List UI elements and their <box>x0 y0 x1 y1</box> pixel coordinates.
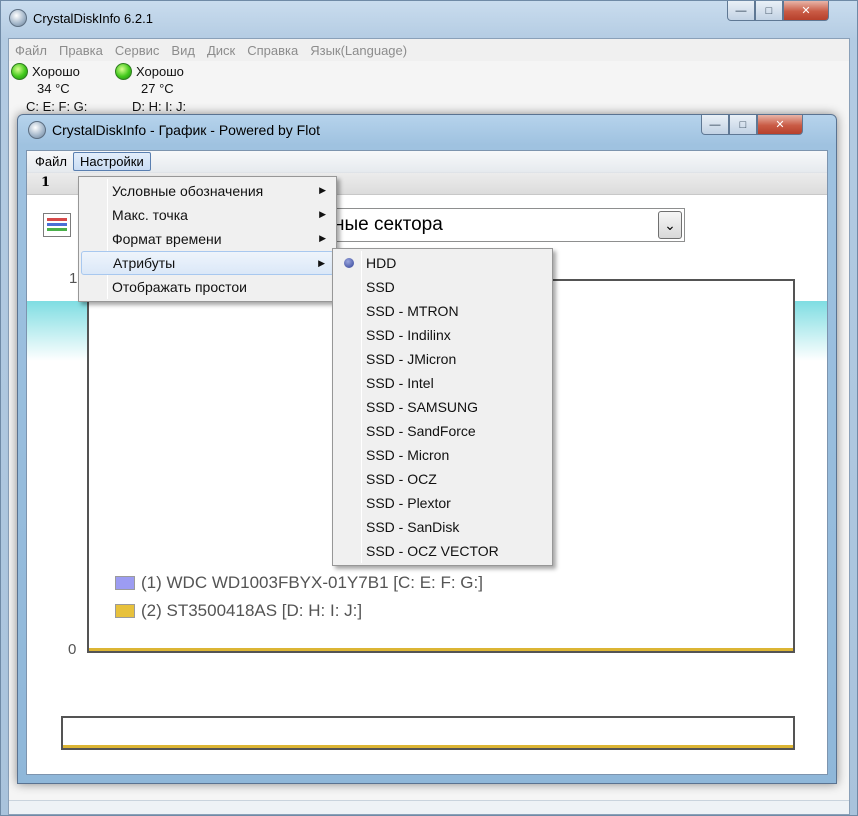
graph-caption-buttons: — □ ✕ <box>701 115 803 135</box>
graph-menubar: Файл Настройки <box>27 151 827 173</box>
attribute-type-item[interactable]: SSD - OCZ VECTOR <box>335 539 550 563</box>
chart-icon[interactable] <box>43 213 71 237</box>
attribute-type-item[interactable]: SSD - Plextor <box>335 491 550 515</box>
graph-menu-file[interactable]: Файл <box>29 153 73 170</box>
attribute-type-label: SSD - Plextor <box>366 495 451 511</box>
attribute-type-label: SSD - Intel <box>366 375 434 391</box>
chevron-down-icon[interactable]: ⌄ <box>658 211 682 239</box>
submenu-arrow-icon: ▶ <box>319 185 326 195</box>
attribute-type-item[interactable]: HDD <box>335 251 550 275</box>
legend-swatch <box>115 604 135 618</box>
health-good-icon <box>115 63 132 80</box>
legend-item: (1) WDC WD1003FBYX-01Y7B1 [C: E: F: G:] <box>115 569 483 597</box>
disk-1-status: Хорошо <box>32 64 80 79</box>
attribute-type-label: SSD - MTRON <box>366 303 459 319</box>
menu-item-show-idle[interactable]: Отображать простои <box>81 275 334 299</box>
attribute-type-label: SSD - Indilinx <box>366 327 451 343</box>
attribute-type-label: SSD - SandForce <box>366 423 476 439</box>
app-icon <box>9 9 27 27</box>
attribute-type-label: SSD - OCZ VECTOR <box>366 543 499 559</box>
menu-item-time-format[interactable]: Формат времени ▶ <box>81 227 334 251</box>
attribute-type-label: SSD - Micron <box>366 447 450 463</box>
attributes-submenu: HDD SSD SSD - MTRON SSD - Indilinx SSD - JMi… <box>332 248 553 566</box>
attribute-type-label: SSD - OCZ <box>366 471 437 487</box>
main-menu-service[interactable]: Сервис <box>109 43 166 58</box>
attribute-type-item[interactable]: SSD - Micron <box>335 443 550 467</box>
main-menubar: Файл Правка Сервис Вид Диск Справка Язык… <box>9 39 849 61</box>
disk-status-2[interactable]: Хорошо 27 °C D: H: I: J: <box>115 63 186 114</box>
main-close-button[interactable]: ✕ <box>783 1 829 21</box>
health-good-icon <box>11 63 28 80</box>
attribute-type-label: SSD - SanDisk <box>366 519 460 535</box>
main-maximize-button[interactable]: □ <box>755 1 783 21</box>
attribute-type-item[interactable]: SSD - Indilinx <box>335 323 550 347</box>
legend-item: (2) ST3500418AS [D: H: I: J:] <box>115 597 483 625</box>
legend-label: (2) ST3500418AS [D: H: I: J:] <box>141 601 363 620</box>
attribute-type-item[interactable]: SSD - OCZ <box>335 467 550 491</box>
y-axis-min-label: 0 <box>68 641 77 658</box>
attribute-type-label: SSD - JMicron <box>366 351 457 367</box>
legend-label: (1) WDC WD1003FBYX-01Y7B1 [C: E: F: G:] <box>141 573 483 592</box>
app-icon <box>28 121 46 139</box>
attribute-list-row <box>9 800 849 814</box>
attribute-type-item[interactable]: SSD - JMicron <box>335 347 550 371</box>
disk-1-temperature: 34 °C <box>37 81 70 96</box>
menu-item-max-point[interactable]: Макс. точка ▶ <box>81 203 334 227</box>
graph-title-bar[interactable]: CrystalDiskInfo - График - Powered by Fl… <box>28 121 320 139</box>
disk-2-temperature: 27 °C <box>141 81 174 96</box>
main-menu-edit[interactable]: Правка <box>53 43 109 58</box>
main-menu-language[interactable]: Язык(Language) <box>304 43 413 58</box>
graph-close-button[interactable]: ✕ <box>757 115 803 135</box>
main-window-title: CrystalDiskInfo 6.2.1 <box>33 10 153 26</box>
attribute-type-item[interactable]: SSD - SanDisk <box>335 515 550 539</box>
submenu-arrow-icon: ▶ <box>319 209 326 219</box>
main-menu-view[interactable]: Вид <box>165 43 201 58</box>
main-menu-disk[interactable]: Диск <box>201 43 241 58</box>
series-line <box>89 648 793 651</box>
legend-swatch <box>115 576 135 590</box>
attribute-type-item[interactable]: SSD <box>335 275 550 299</box>
attribute-type-item[interactable]: SSD - SAMSUNG <box>335 395 550 419</box>
submenu-arrow-icon: ▶ <box>318 258 325 268</box>
disk-status-1[interactable]: Хорошо 34 °C C: E: F: G: <box>11 63 87 114</box>
menu-item-legend[interactable]: Условные обозначения ▶ <box>81 179 334 203</box>
graph-minimize-button[interactable]: — <box>701 115 729 135</box>
attribute-type-item[interactable]: SSD - MTRON <box>335 299 550 323</box>
main-menu-help[interactable]: Справка <box>241 43 304 58</box>
graph-window-title: CrystalDiskInfo - График - Powered by Fl… <box>52 122 321 138</box>
legend: (1) WDC WD1003FBYX-01Y7B1 [C: E: F: G:] … <box>115 569 483 625</box>
main-title-bar[interactable]: CrystalDiskInfo 6.2.1 <box>9 5 153 31</box>
disk-1-letters: C: E: F: G: <box>26 99 88 114</box>
submenu-arrow-icon: ▶ <box>319 233 326 243</box>
settings-menu: Условные обозначения ▶ Макс. точка ▶ Фор… <box>78 176 337 302</box>
attribute-type-item[interactable]: SSD - Intel <box>335 371 550 395</box>
graph-maximize-button[interactable]: □ <box>729 115 757 135</box>
overview-series-line <box>63 745 793 748</box>
main-minimize-button[interactable]: — <box>727 1 755 21</box>
disk-2-letters: D: H: I: J: <box>132 99 187 114</box>
main-caption-buttons: — □ ✕ <box>727 1 829 21</box>
toolbar-number: 1 <box>41 175 51 190</box>
attribute-select-value: ные сектора <box>334 214 443 235</box>
attribute-type-label: SSD - SAMSUNG <box>366 399 479 415</box>
menu-item-attributes[interactable]: Атрибуты ▶ <box>81 251 334 275</box>
main-menu-file[interactable]: Файл <box>9 43 53 58</box>
disk-2-status: Хорошо <box>136 64 184 79</box>
y-axis-max-label: 1 <box>69 270 78 287</box>
radio-selected-icon <box>344 258 354 268</box>
overview-plot[interactable] <box>61 716 795 750</box>
attribute-type-label: SSD <box>366 279 395 295</box>
attribute-type-item[interactable]: SSD - SandForce <box>335 419 550 443</box>
graph-menu-settings[interactable]: Настройки <box>72 152 151 171</box>
attribute-select[interactable]: ные сектора ⌄ <box>319 208 685 242</box>
